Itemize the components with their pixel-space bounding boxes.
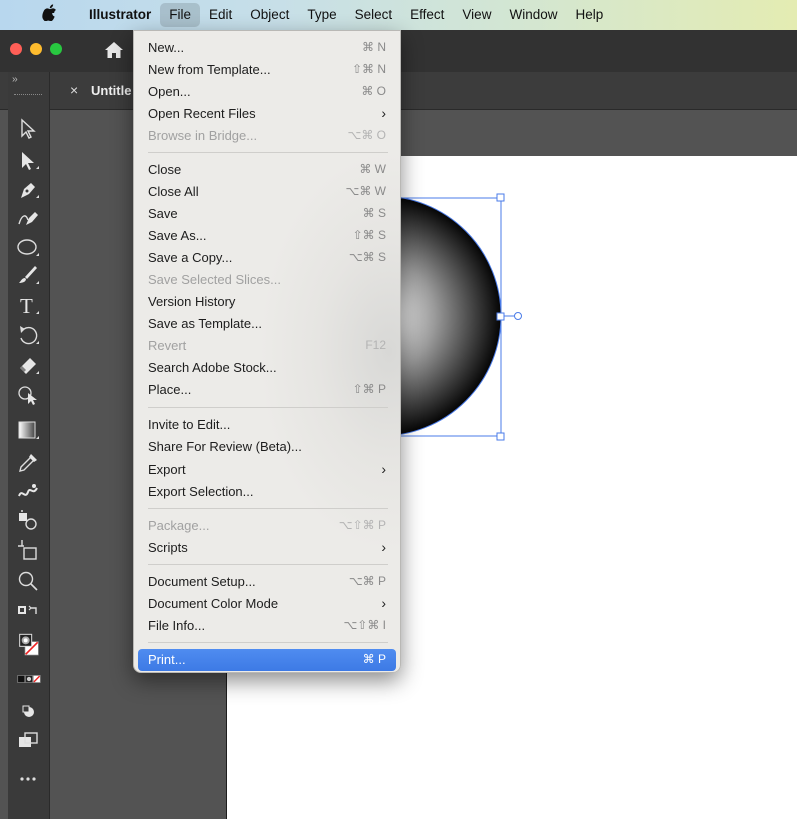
menu-item-scripts[interactable]: Scripts › [138, 537, 396, 559]
menu-item-close[interactable]: Close ⌘ W [138, 159, 396, 181]
pen-tool-icon[interactable] [15, 177, 41, 203]
panel-grip[interactable] [14, 94, 42, 96]
ellipse-tool-icon[interactable] [15, 234, 41, 260]
swap-fill-stroke-icon[interactable] [15, 600, 41, 626]
eraser-tool-icon[interactable] [15, 352, 41, 378]
selection-tool-icon[interactable] [15, 116, 41, 142]
draw-mode-icon[interactable] [15, 698, 41, 724]
handle-top-right[interactable] [496, 193, 505, 202]
menu-separator [148, 642, 388, 643]
submenu-arrow-icon: › [381, 461, 386, 477]
gradient-tool-icon[interactable] [15, 417, 41, 443]
tools-panel: ›› T [8, 72, 50, 819]
menu-item-close-all[interactable]: Close All ⌥⌘ W [138, 181, 396, 203]
rotate-tool-icon[interactable] [15, 322, 41, 348]
menu-item-file-info[interactable]: File Info... ⌥⇧⌘ I [138, 615, 396, 637]
menu-file[interactable]: File [160, 3, 201, 27]
menu-item-save-as-template[interactable]: Save as Template... [138, 313, 396, 335]
handle-bottom-right[interactable] [496, 432, 505, 441]
direct-selection-tool-icon[interactable] [15, 148, 41, 174]
curvature-tool-icon[interactable] [15, 205, 41, 231]
menu-effect[interactable]: Effect [401, 3, 453, 27]
menu-separator [148, 407, 388, 408]
color-modes-icon[interactable] [12, 672, 46, 686]
menu-item-open[interactable]: Open... ⌘ O [138, 81, 396, 103]
home-icon[interactable] [102, 38, 126, 62]
menu-item-export[interactable]: Export › [138, 459, 396, 481]
submenu-arrow-icon: › [381, 539, 386, 555]
menu-help[interactable]: Help [566, 3, 612, 27]
menu-separator [148, 508, 388, 509]
menu-item-save-selected-slices: Save Selected Slices... [148, 272, 281, 287]
submenu-arrow-icon: › [381, 595, 386, 611]
menu-type[interactable]: Type [298, 3, 345, 27]
menu-item-document-color-mode[interactable]: Document Color Mode › [138, 593, 396, 615]
minimize-window-button[interactable] [30, 43, 42, 55]
menu-separator [148, 564, 388, 565]
paintbrush-tool-icon[interactable] [15, 262, 41, 288]
menu-item-save-a-copy[interactable]: Save a Copy... ⌥⌘ S [138, 247, 396, 269]
menu-separator [148, 152, 388, 153]
menu-item-new[interactable]: New... ⌘ N [138, 37, 396, 59]
svg-text:T: T [20, 294, 33, 317]
fill-stroke-swatches-icon[interactable] [14, 627, 44, 663]
menu-item-invite-to-edit[interactable]: Invite to Edit... [138, 414, 396, 436]
submenu-arrow-icon: › [381, 105, 386, 121]
menu-item-revert: Revert F12 [148, 338, 386, 353]
menu-item-browse-in-bridge: Browse in Bridge... ⌥⌘ O [148, 128, 386, 143]
file-menu-dropdown: New... ⌘ N New from Template... ⇧⌘ N Ope… [133, 30, 401, 673]
menu-item-print[interactable]: Print... ⌘ P [138, 649, 396, 671]
gradient-annotator-handle[interactable] [514, 312, 522, 320]
blend-tool-icon[interactable] [15, 479, 41, 505]
menu-item-export-selection[interactable]: Export Selection... [138, 481, 396, 503]
menu-item-place[interactable]: Place... ⇧⌘ P [138, 379, 396, 401]
shape-builder-tool-icon[interactable] [15, 382, 41, 408]
menu-illustrator[interactable]: Illustrator [80, 3, 160, 27]
menu-object[interactable]: Object [241, 3, 298, 27]
document-tab-title[interactable]: Untitle [91, 83, 131, 98]
close-tab-icon[interactable]: × [70, 82, 78, 98]
close-window-button[interactable] [10, 43, 22, 55]
menu-item-open-recent-files[interactable]: Open Recent Files › [138, 103, 396, 125]
handle-middle-right[interactable] [496, 312, 505, 321]
menu-item-package: Package... ⌥⇧⌘ P [148, 518, 386, 533]
menu-item-save-as[interactable]: Save As... ⇧⌘ S [138, 225, 396, 247]
menu-item-save[interactable]: Save ⌘ S [138, 203, 396, 225]
menu-item-version-history[interactable]: Version History [138, 291, 396, 313]
collapse-panel-icon[interactable]: ›› [12, 74, 18, 85]
type-tool-icon[interactable]: T [15, 292, 41, 318]
menu-edit[interactable]: Edit [200, 3, 241, 27]
screen-mode-icon[interactable] [15, 728, 41, 754]
eyedropper-tool-icon[interactable] [15, 450, 41, 476]
menu-view[interactable]: View [453, 3, 500, 27]
zoom-tool-icon[interactable] [15, 568, 41, 594]
edit-toolbar-icon[interactable] [15, 766, 41, 792]
zoom-window-button[interactable] [50, 43, 62, 55]
symbol-sprayer-tool-icon[interactable] [15, 507, 41, 533]
apple-logo-icon[interactable] [38, 4, 60, 26]
menu-item-document-setup[interactable]: Document Setup... ⌥⌘ P [138, 571, 396, 593]
menu-window[interactable]: Window [500, 3, 566, 27]
menu-select[interactable]: Select [346, 3, 402, 27]
menu-item-new-from-template[interactable]: New from Template... ⇧⌘ N [138, 59, 396, 81]
menu-item-share-for-review[interactable]: Share For Review (Beta)... [138, 436, 396, 458]
macos-menu-bar: Illustrator File Edit Object Type Select… [0, 0, 797, 30]
artboard-tool-icon[interactable] [15, 537, 41, 563]
menu-item-search-adobe-stock[interactable]: Search Adobe Stock... [138, 357, 396, 379]
